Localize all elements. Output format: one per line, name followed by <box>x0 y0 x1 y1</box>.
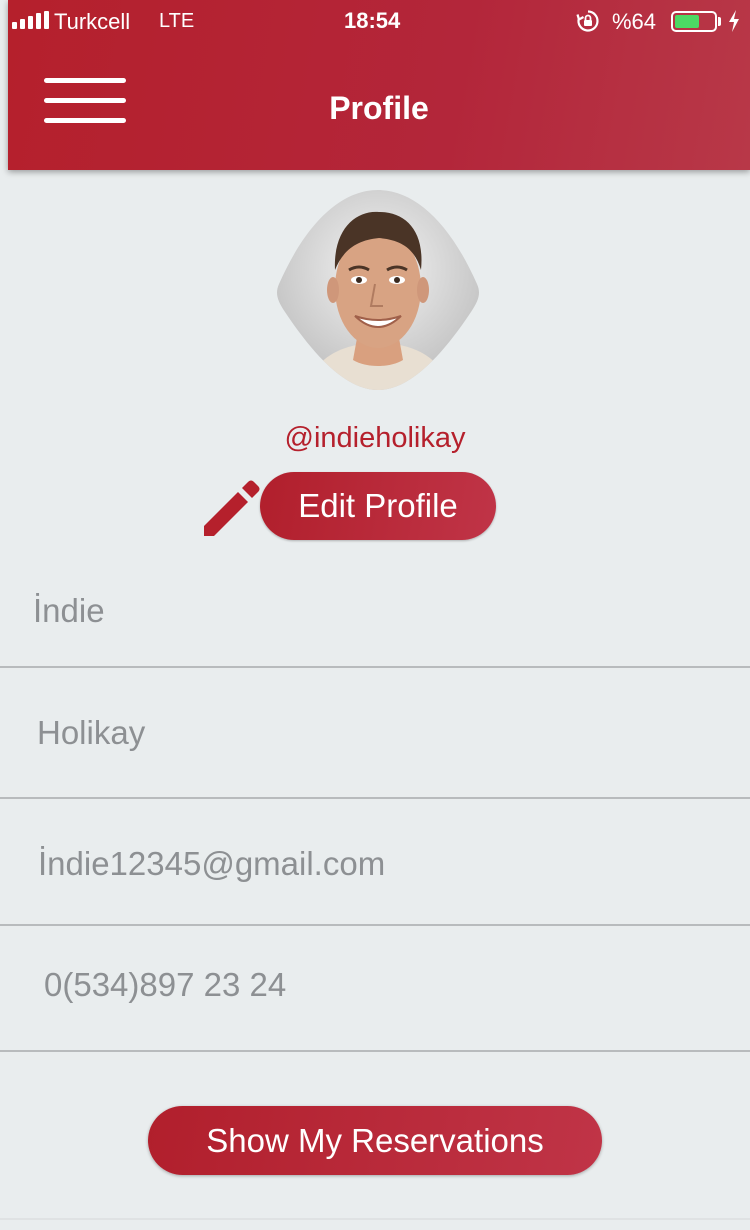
pencil-icon[interactable] <box>200 478 260 536</box>
carrier-name: Turkcell <box>54 9 131 34</box>
profile-avatar <box>277 190 479 390</box>
phone-field[interactable]: 0(534)897 23 24 <box>0 926 750 1052</box>
status-time: 18:54 <box>344 8 401 33</box>
email-field[interactable]: İndie12345@gmail.com <box>0 799 750 926</box>
first-name-value: İndie <box>33 592 105 629</box>
battery-percentage: %64 <box>612 9 657 34</box>
status-bar: Turkcell LTE 18:54 %64 <box>8 0 750 44</box>
charging-bolt-icon <box>729 10 739 32</box>
first-name-field[interactable]: İndie <box>0 560 750 668</box>
email-value: İndie12345@gmail.com <box>38 845 386 882</box>
signal-icon <box>12 11 49 29</box>
edit-profile-button[interactable]: Edit Profile <box>260 472 496 540</box>
battery-level-fill <box>675 15 700 28</box>
bottom-divider <box>0 1218 750 1220</box>
battery-icon <box>671 11 717 32</box>
show-reservations-button[interactable]: Show My Reservations <box>148 1106 602 1175</box>
last-name-value: Holikay <box>37 714 146 751</box>
last-name-field[interactable]: Holikay <box>0 668 750 799</box>
page-title: Profile <box>329 90 429 126</box>
phone-value: 0(534)897 23 24 <box>44 966 287 1003</box>
network-type: LTE <box>159 10 195 32</box>
username-handle: @indieholikay <box>284 422 466 454</box>
orientation-lock-icon <box>576 10 599 32</box>
app-header: Turkcell LTE 18:54 %64 Profile <box>8 0 750 170</box>
battery-nub <box>718 17 721 26</box>
